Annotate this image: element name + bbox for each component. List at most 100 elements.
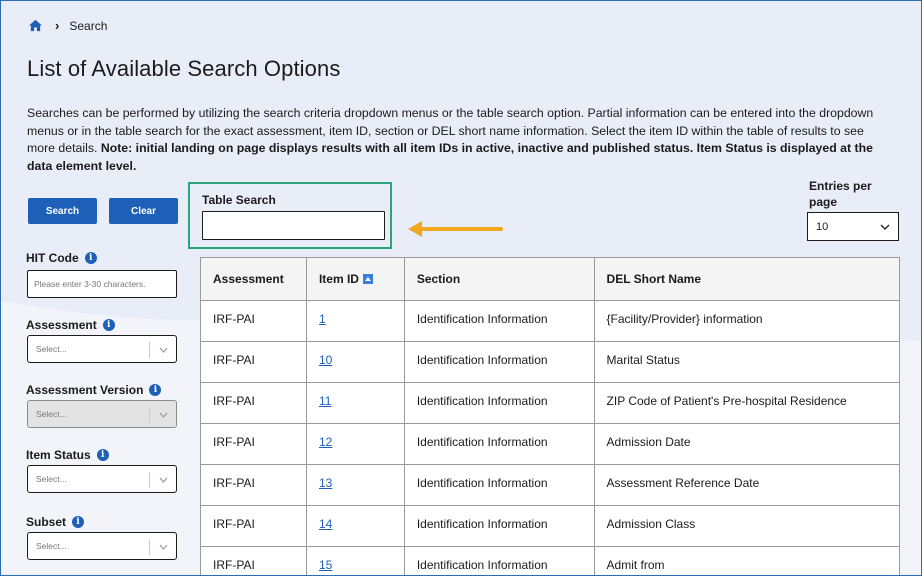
cell-section: Identification Information: [403, 505, 595, 547]
info-icon[interactable]: i: [72, 516, 85, 528]
item-id-link[interactable]: 15: [319, 558, 332, 572]
cell-assessment: IRF-PAI: [200, 423, 307, 465]
subset-label: Subset i: [26, 515, 85, 529]
header-del-short-name[interactable]: DEL Short Name: [593, 257, 901, 301]
cell-item-id: 1: [305, 300, 405, 342]
cell-item-id: 13: [305, 464, 405, 506]
subset-label-text: Subset: [26, 515, 67, 529]
header-item-id-text: Item ID: [318, 272, 359, 286]
page-title: List of Available Search Options: [27, 56, 341, 81]
assessment-version-label-text: Assessment Version: [26, 383, 144, 397]
subset-placeholder: Select...: [36, 541, 67, 551]
table-search-label: Table Search: [202, 193, 276, 207]
chevron-down-icon: [159, 347, 168, 353]
cell-assessment: IRF-PAI: [200, 300, 307, 342]
item-id-link[interactable]: 1: [319, 312, 326, 326]
arrow-left-icon: [408, 221, 503, 237]
page-description: Searches can be performed by utilizing t…: [27, 105, 887, 175]
select-divider: [149, 342, 150, 358]
header-item-id[interactable]: Item ID: [305, 257, 405, 301]
results-table: Assessment Item ID Section DEL Short Nam…: [200, 257, 901, 575]
header-del-short-name-text: DEL Short Name: [606, 272, 701, 286]
breadcrumb-current: Search: [69, 18, 108, 33]
sort-ascending-icon[interactable]: [363, 274, 374, 284]
hit-code-label-text: HIT Code: [26, 251, 79, 265]
item-status-select[interactable]: Select...: [27, 465, 177, 493]
assessment-version-label: Assessment Version i: [26, 383, 162, 397]
chevron-down-icon: [159, 477, 168, 483]
table-row: IRF-PAI 1 Identification Information {Fa…: [200, 300, 901, 342]
assessment-version-select[interactable]: Select...: [27, 400, 177, 428]
item-id-link[interactable]: 10: [319, 353, 332, 367]
table-row: IRF-PAI 12 Identification Information Ad…: [200, 423, 901, 465]
search-button[interactable]: Search: [28, 198, 97, 224]
item-id-link[interactable]: 12: [319, 435, 332, 449]
entries-per-page-label: Entries per page: [809, 179, 872, 209]
item-id-link[interactable]: 14: [319, 517, 332, 531]
assessment-placeholder: Select...: [36, 344, 67, 354]
cell-item-id: 12: [305, 423, 405, 465]
select-divider: [149, 472, 150, 488]
item-id-link[interactable]: 11: [319, 394, 331, 408]
entries-value: 10: [816, 220, 829, 233]
select-divider: [149, 407, 150, 423]
cell-section: Identification Information: [403, 423, 595, 465]
item-status-label-text: Item Status: [26, 448, 91, 462]
table-row: IRF-PAI 11 Identification Information ZI…: [200, 382, 901, 424]
assessment-label-text: Assessment: [26, 318, 97, 332]
cell-del-short-name: Admission Class: [593, 505, 901, 547]
table-header-row: Assessment Item ID Section DEL Short Nam…: [200, 257, 901, 301]
chevron-down-icon: [159, 544, 168, 550]
hit-code-label: HIT Code i: [26, 251, 97, 265]
header-assessment[interactable]: Assessment: [200, 257, 307, 301]
item-id-link[interactable]: 13: [319, 476, 332, 490]
table-row: IRF-PAI 15 Identification Information Ad…: [200, 546, 901, 575]
home-icon[interactable]: [28, 19, 43, 32]
info-icon[interactable]: i: [96, 449, 109, 461]
cell-section: Identification Information: [403, 464, 595, 506]
assessment-version-placeholder: Select...: [36, 409, 67, 419]
chevron-right-icon: ›: [55, 18, 60, 33]
breadcrumb: › Search: [28, 18, 107, 33]
table-row: IRF-PAI 13 Identification Information As…: [200, 464, 901, 506]
chevron-down-icon: [159, 412, 168, 418]
cell-section: Identification Information: [403, 546, 595, 575]
description-note: Note: initial landing on page displays r…: [27, 141, 873, 173]
cell-assessment: IRF-PAI: [200, 382, 307, 424]
info-icon[interactable]: i: [149, 384, 162, 396]
cell-section: Identification Information: [403, 300, 595, 342]
header-section[interactable]: Section: [403, 257, 595, 301]
cell-assessment: IRF-PAI: [200, 464, 307, 506]
cell-item-id: 15: [305, 546, 405, 575]
table-search-input[interactable]: [202, 211, 385, 240]
cell-item-id: 11: [305, 382, 405, 424]
cell-del-short-name: {Facility/Provider} information: [593, 300, 901, 342]
clear-button[interactable]: Clear: [109, 198, 178, 224]
header-section-text: Section: [416, 272, 461, 286]
item-status-placeholder: Select...: [36, 474, 67, 484]
cell-del-short-name: Assessment Reference Date: [593, 464, 901, 506]
table-row: IRF-PAI 10 Identification Information Ma…: [200, 341, 901, 383]
cell-item-id: 10: [305, 341, 405, 383]
cell-item-id: 14: [305, 505, 405, 547]
cell-assessment: IRF-PAI: [200, 341, 307, 383]
cell-section: Identification Information: [403, 341, 595, 383]
entries-per-page-select[interactable]: 10: [807, 212, 899, 241]
cell-del-short-name: Admission Date: [593, 423, 901, 465]
chevron-down-icon: [880, 224, 890, 230]
assessment-select[interactable]: Select...: [27, 335, 177, 363]
hit-code-input[interactable]: Please enter 3-30 characters.: [27, 270, 177, 298]
info-icon[interactable]: i: [84, 252, 97, 264]
info-icon[interactable]: i: [102, 319, 115, 331]
cell-del-short-name: Admit from: [593, 546, 901, 575]
select-divider: [149, 539, 150, 555]
cell-del-short-name: Marital Status: [593, 341, 901, 383]
cell-assessment: IRF-PAI: [200, 546, 307, 575]
item-status-label: Item Status i: [26, 448, 109, 462]
cell-section: Identification Information: [403, 382, 595, 424]
header-assessment-text: Assessment: [213, 272, 284, 286]
page-frame: › Search List of Available Search Option…: [0, 0, 922, 576]
assessment-label: Assessment i: [26, 318, 115, 332]
cell-del-short-name: ZIP Code of Patient's Pre-hospital Resid…: [593, 382, 901, 424]
subset-select[interactable]: Select...: [27, 532, 177, 560]
